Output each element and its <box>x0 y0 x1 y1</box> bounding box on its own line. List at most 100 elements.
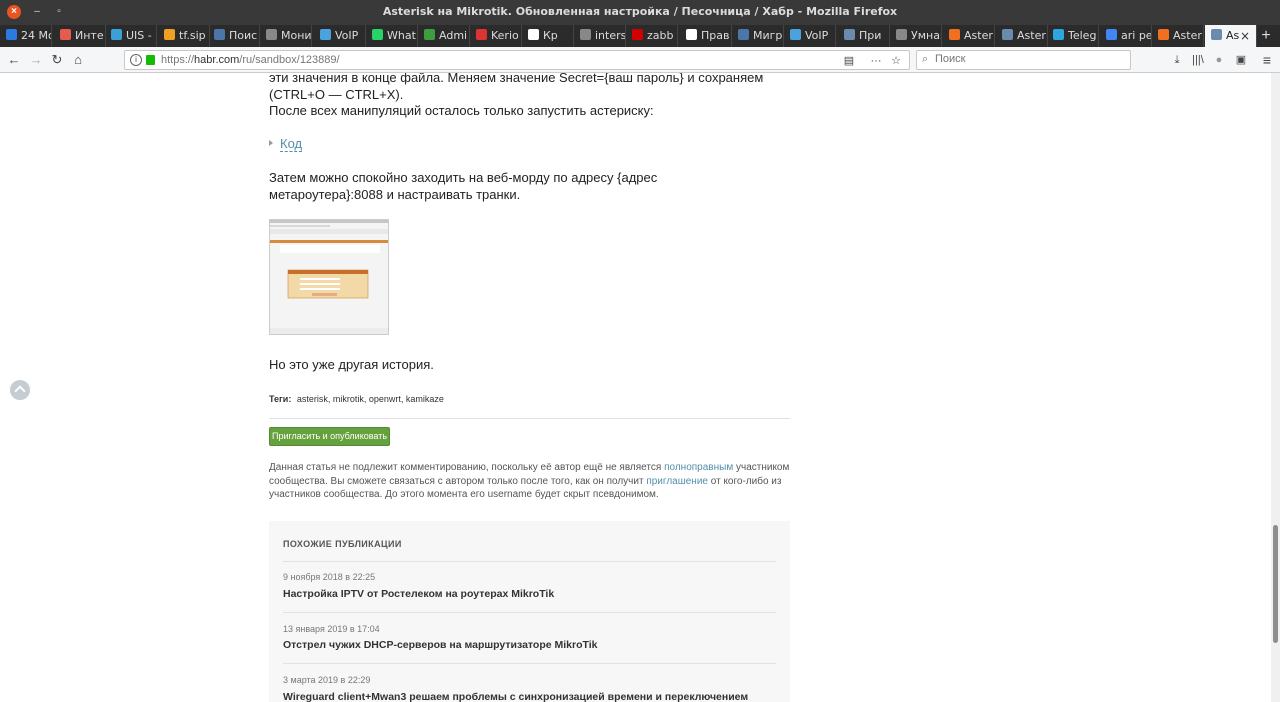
search-input[interactable] <box>935 53 1115 65</box>
tab-favicon-icon <box>738 29 749 40</box>
browser-tab[interactable]: Умная м <box>890 25 942 47</box>
browser-tab[interactable]: Кр <box>522 25 574 47</box>
search-bar[interactable]: ⌕ <box>916 50 1131 70</box>
tab-favicon-icon <box>372 29 383 40</box>
sidebar-icon[interactable]: ▣ <box>1233 52 1249 68</box>
tab-label: Kerio <box>491 29 519 42</box>
code-spoiler[interactable]: Код <box>269 135 303 152</box>
related-title-link[interactable]: Wireguard client+Mwan3 решаем проблемы с… <box>283 689 748 702</box>
browser-tab[interactable]: tf.sip <box>158 25 210 47</box>
tab-label: As <box>1226 29 1240 42</box>
back-button[interactable]: ← <box>5 51 23 69</box>
url-text[interactable]: https://habr.com/ru/sandbox/123889/ <box>161 54 340 66</box>
new-tab-button[interactable]: + <box>1256 25 1276 47</box>
tab-label: Кр <box>543 29 558 42</box>
bookmark-star-icon[interactable]: ☆ <box>888 53 904 69</box>
page-scrollbar[interactable] <box>1271 73 1280 702</box>
related-heading: ПОХОЖИЕ ПУБЛИКАЦИИ <box>283 539 402 549</box>
browser-tab[interactable]: Aster <box>943 25 995 47</box>
tab-favicon-icon <box>686 29 697 40</box>
related-title-link[interactable]: Отстрел чужих DHCP-серверов на маршрутиз… <box>283 637 597 654</box>
scrollbar-thumb[interactable] <box>1273 525 1278 643</box>
tab-favicon-icon <box>320 29 331 40</box>
tags-list[interactable]: asterisk, mikrotik, openwrt, kamikaze <box>297 394 444 404</box>
forward-button[interactable]: → <box>27 51 45 69</box>
menu-icon[interactable]: ≡ <box>1259 52 1275 68</box>
browser-tab[interactable]: Монито <box>260 25 312 47</box>
tab-label: Прав <box>701 29 730 42</box>
related-date: 13 января 2019 в 17:04 <box>283 624 380 634</box>
browser-tab[interactable]: What <box>366 25 418 47</box>
related-date: 3 марта 2019 в 22:29 <box>283 675 371 685</box>
tab-label: Поис <box>229 29 258 42</box>
scroll-up-button[interactable] <box>10 380 30 400</box>
browser-tab[interactable]: Инте <box>54 25 106 47</box>
tab-bar: + 24 Мои Инте UIS - tf.sip Поис Монито VoIP Wha… <box>0 25 1280 47</box>
reader-view-icon[interactable]: ▤ <box>841 53 857 69</box>
browser-tab[interactable]: UIS - <box>105 25 157 47</box>
tab-favicon-icon <box>632 29 643 40</box>
browser-tab[interactable]: Поис <box>208 25 260 47</box>
invitation-link[interactable]: приглашение <box>646 476 708 487</box>
tab-favicon-icon <box>1211 29 1222 40</box>
browser-tab[interactable]: Прав <box>680 25 732 47</box>
tab-close-icon[interactable]: × <box>1240 25 1250 47</box>
download-icon[interactable]: ⤓ <box>1169 52 1185 68</box>
library-icon[interactable]: |||\ <box>1190 52 1206 68</box>
tab-favicon-icon <box>266 29 277 40</box>
tab-favicon-icon <box>111 29 122 40</box>
browser-tab[interactable]: 24 Мои <box>0 25 52 47</box>
related-divider <box>283 561 776 562</box>
page-actions-icon[interactable]: ··· <box>868 53 884 69</box>
tab-favicon-icon <box>424 29 435 40</box>
browser-tab[interactable]: intersim <box>574 25 626 47</box>
tab-label: 24 Мои <box>21 29 51 42</box>
url-bar[interactable]: i https://habr.com/ru/sandbox/123889/ ▤ … <box>124 50 910 70</box>
article-paragraph: Затем можно спокойно заходить на веб-мор… <box>269 170 658 202</box>
tab-favicon-icon <box>844 29 855 40</box>
url-path: /ru/sandbox/123889/ <box>239 54 340 66</box>
invite-publish-button[interactable]: Пригласить и опубликовать <box>269 427 390 446</box>
browser-tab[interactable]: zabb <box>626 25 678 47</box>
browser-tab[interactable]: VoIP <box>784 25 836 47</box>
browser-tab[interactable]: As × <box>1205 25 1257 47</box>
tab-favicon-icon <box>476 29 487 40</box>
tab-favicon-icon <box>164 29 175 40</box>
info-icon[interactable]: i <box>130 54 142 66</box>
tab-label: Aster <box>1173 29 1202 42</box>
page-content: эти значения в конце файла. Меняем значе… <box>0 73 1271 702</box>
related-date: 9 ноября 2018 в 22:25 <box>283 572 376 582</box>
browser-tab[interactable]: Admi <box>418 25 470 47</box>
tab-favicon-icon <box>580 29 591 40</box>
browser-tab[interactable]: Aster <box>1152 25 1204 47</box>
home-button[interactable]: ⌂ <box>69 51 87 69</box>
lock-icon[interactable] <box>146 55 155 65</box>
tab-label: Монито <box>281 29 312 42</box>
related-divider <box>283 663 776 664</box>
tab-favicon-icon <box>60 29 71 40</box>
browser-tab[interactable]: Мигр <box>732 25 784 47</box>
article-paragraph: эти значения в конце файла. Меняем значе… <box>269 73 764 102</box>
browser-tab[interactable]: Teleg <box>1047 25 1099 47</box>
sync-icon[interactable]: ● <box>1211 52 1227 68</box>
tab-label: ari pe <box>1121 29 1152 42</box>
notice-text: Данная статья не подлежит комментировани… <box>269 462 665 473</box>
browser-tab[interactable]: ari pe <box>1100 25 1152 47</box>
browser-tab[interactable]: VoIP <box>314 25 366 47</box>
tab-favicon-icon <box>214 29 225 40</box>
browser-tab[interactable]: Aster <box>996 25 1048 47</box>
full-member-link[interactable]: полноправным <box>664 462 733 473</box>
navigation-bar: ← → ↻ ⌂ i https://habr.com/ru/sandbox/12… <box>0 47 1280 73</box>
browser-tab[interactable]: Kerio <box>470 25 522 47</box>
tab-favicon-icon <box>790 29 801 40</box>
reload-button[interactable]: ↻ <box>48 51 66 69</box>
tab-label: zabb <box>647 29 674 42</box>
related-divider <box>283 612 776 613</box>
section-divider <box>269 418 790 419</box>
related-title-link[interactable]: Настройка IPTV от Ростелеком на роутерах… <box>283 586 554 603</box>
tab-label: VoIP <box>335 29 359 42</box>
article-screenshot-image[interactable] <box>269 219 389 335</box>
tab-favicon-icon <box>1002 29 1013 40</box>
tab-label: Умная м <box>911 29 941 42</box>
browser-tab[interactable]: При <box>838 25 890 47</box>
